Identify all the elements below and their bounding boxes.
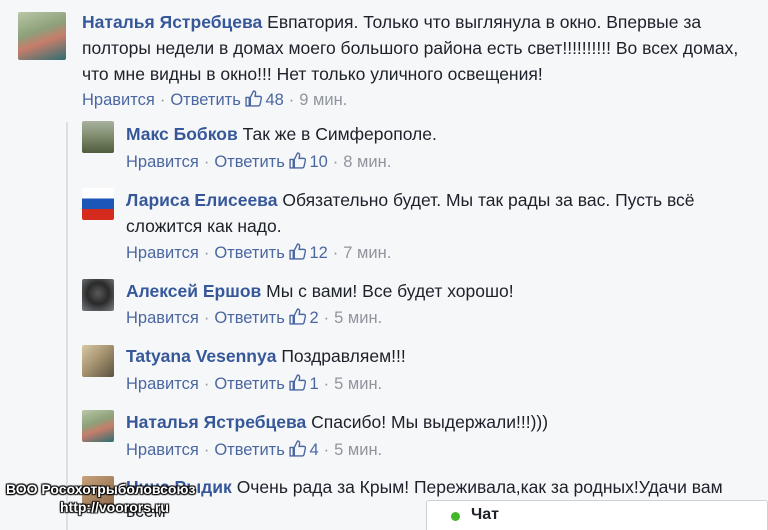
like-count-value: 48 xyxy=(265,91,284,109)
comment-author[interactable]: Наталья Ястребцева xyxy=(82,12,262,32)
comment-body: Наталья Ястребцева Евпатория. Только что… xyxy=(82,9,762,87)
thumbs-up-icon xyxy=(289,243,307,260)
reply-text: Мы с вами! Все будет хорошо! xyxy=(266,281,514,301)
thumbs-up-icon xyxy=(289,308,307,325)
avatar[interactable] xyxy=(82,410,114,442)
like-count[interactable]: 1 xyxy=(289,374,319,393)
separator: · xyxy=(323,309,330,327)
like-count[interactable]: 12 xyxy=(289,243,328,262)
chat-label: Чат xyxy=(471,506,499,523)
reply-body: Алексей Ершов Мы с вами! Все будет хорош… xyxy=(126,278,762,304)
reply-author[interactable]: Лариса Елисеева xyxy=(126,190,277,210)
watermark-line-1: ВОО Росохотрыболовсоюз xyxy=(6,481,196,497)
separator: · xyxy=(203,244,210,262)
comment-actions: Нравится · Ответить 48 · 9 мин. xyxy=(82,90,347,110)
reply-author[interactable]: Tatyana Vesennya xyxy=(126,346,276,366)
watermark-line-2: http://voorors.ru xyxy=(60,499,169,515)
watermark: ВОО Росохотрыболовсоюз http://voorors.ru xyxy=(6,480,195,516)
avatar[interactable] xyxy=(82,121,114,153)
timestamp[interactable]: 8 мин. xyxy=(343,153,391,171)
like-count[interactable]: 10 xyxy=(289,152,328,171)
timestamp[interactable]: 5 мин. xyxy=(334,309,382,327)
separator: · xyxy=(323,375,330,393)
like-link[interactable]: Нравится xyxy=(126,244,199,262)
reply-author[interactable]: Наталья Ястребцева xyxy=(126,412,306,432)
reply-text: Так же в Симферополе. xyxy=(242,124,437,144)
timestamp[interactable]: 9 мин. xyxy=(299,91,347,109)
separator: · xyxy=(332,153,339,171)
reply-text: Поздравляем!!! xyxy=(281,346,406,366)
reply-actions: Нравится · Ответить 1 · 5 мин. xyxy=(126,374,382,394)
reply-link[interactable]: Ответить xyxy=(214,441,285,459)
reply-link[interactable]: Ответить xyxy=(170,91,241,109)
reply-link[interactable]: Ответить xyxy=(214,375,285,393)
like-count-value: 2 xyxy=(309,309,319,327)
separator: · xyxy=(203,375,210,393)
like-count[interactable]: 48 xyxy=(245,90,284,109)
reply-actions: Нравится · Ответить 12 · 7 мин. xyxy=(126,243,391,263)
like-count-value: 10 xyxy=(309,153,328,171)
separator: · xyxy=(203,153,210,171)
reply-body: Макс Бобков Так же в Симферополе. xyxy=(126,121,762,147)
reply-link[interactable]: Ответить xyxy=(214,244,285,262)
like-count-value: 12 xyxy=(309,244,328,262)
separator: · xyxy=(203,309,210,327)
like-link[interactable]: Нравится xyxy=(126,441,199,459)
reply-text: Спасибо! Мы выдержали!!!))) xyxy=(311,412,549,432)
thumbs-up-icon xyxy=(245,90,263,107)
timestamp[interactable]: 5 мин. xyxy=(334,375,382,393)
like-count[interactable]: 4 xyxy=(289,440,319,459)
online-status-icon xyxy=(451,512,460,521)
like-link[interactable]: Нравится xyxy=(126,309,199,327)
like-link[interactable]: Нравится xyxy=(126,375,199,393)
avatar[interactable] xyxy=(82,188,114,220)
avatar[interactable] xyxy=(82,345,114,377)
timestamp[interactable]: 7 мин. xyxy=(343,244,391,262)
reply-body: Лариса Елисеева Обязательно будет. Мы та… xyxy=(126,187,726,239)
like-link[interactable]: Нравится xyxy=(82,91,155,109)
separator: · xyxy=(288,91,295,109)
reply-body: Наталья Ястребцева Спасибо! Мы выдержали… xyxy=(126,409,762,435)
reply-actions: Нравится · Ответить 2 · 5 мин. xyxy=(126,308,382,328)
avatar[interactable] xyxy=(18,12,66,60)
reply-link[interactable]: Ответить xyxy=(214,309,285,327)
like-count-value: 4 xyxy=(309,441,319,459)
thumbs-up-icon xyxy=(289,152,307,169)
timestamp[interactable]: 5 мин. xyxy=(334,441,382,459)
separator: · xyxy=(203,441,210,459)
reply-actions: Нравится · Ответить 4 · 5 мин. xyxy=(126,440,382,460)
reply-body: Tatyana Vesennya Поздравляем!!! xyxy=(126,343,762,369)
reply-author[interactable]: Макс Бобков xyxy=(126,124,238,144)
reply-actions: Нравится · Ответить 10 · 8 мин. xyxy=(126,152,391,172)
reply-author[interactable]: Алексей Ершов xyxy=(126,281,261,301)
like-count-value: 1 xyxy=(309,375,319,393)
reply-link[interactable]: Ответить xyxy=(214,153,285,171)
thumbs-up-icon xyxy=(289,440,307,457)
avatar[interactable] xyxy=(82,279,114,311)
separator: · xyxy=(323,441,330,459)
separator: · xyxy=(332,244,339,262)
separator: · xyxy=(159,91,166,109)
like-count[interactable]: 2 xyxy=(289,308,319,327)
thumbs-up-icon xyxy=(289,374,307,391)
chat-tab[interactable]: Чат xyxy=(426,500,768,530)
thread-line xyxy=(66,122,68,530)
like-link[interactable]: Нравится xyxy=(126,153,199,171)
